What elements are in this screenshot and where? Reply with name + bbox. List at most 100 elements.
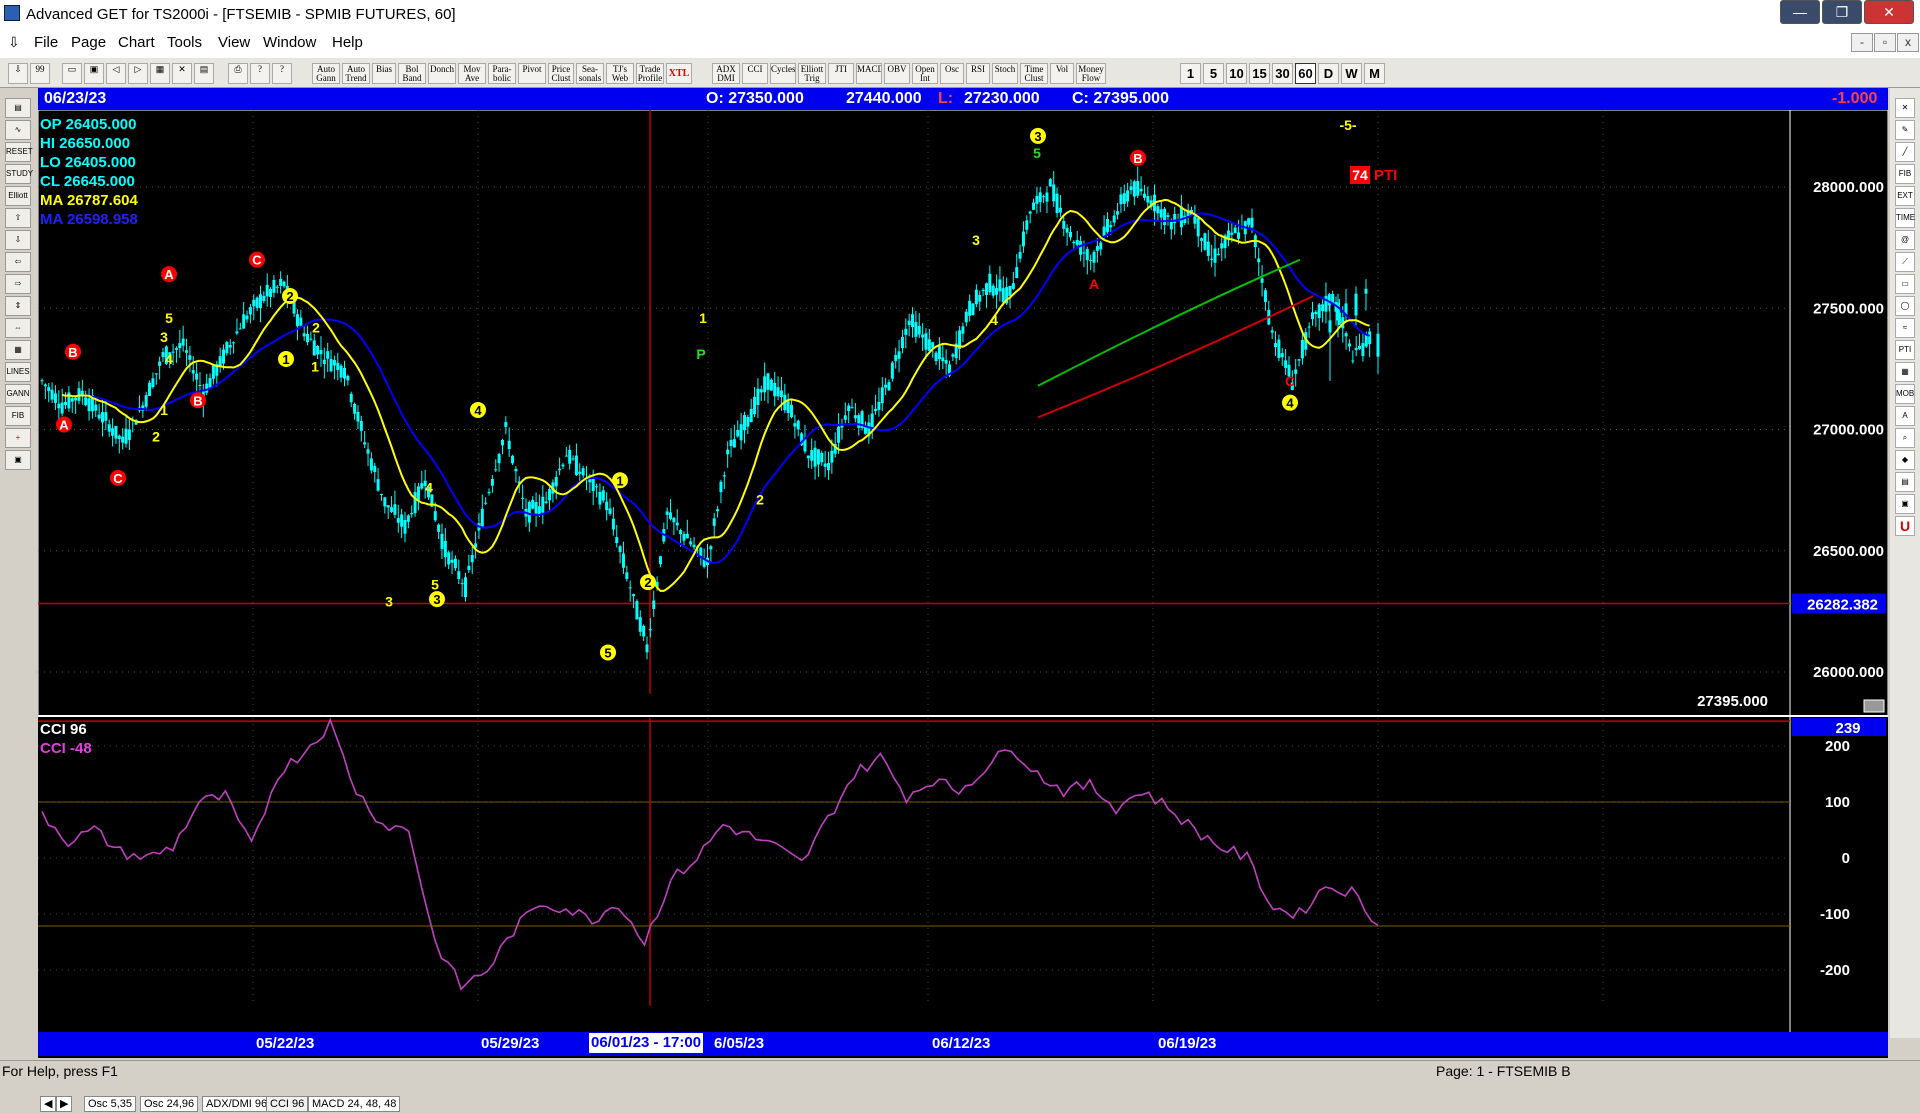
expand-horizontal-icon[interactable]: ⇔ bbox=[5, 318, 31, 338]
toolbar-cycles-button[interactable]: Cycles bbox=[770, 63, 796, 84]
chart-left-icon[interactable]: ◁ bbox=[106, 63, 126, 84]
text-tool-icon[interactable]: A bbox=[1895, 406, 1915, 426]
toolbar-xtl-button[interactable]: XTL bbox=[666, 63, 692, 84]
period-5-button[interactable]: 5 bbox=[1203, 63, 1224, 84]
toolbar-trade-profile-button[interactable]: Trade Profile bbox=[636, 63, 664, 84]
tab-scroll-right-icon[interactable]: ▶ bbox=[56, 1096, 72, 1112]
arrow-right-icon[interactable]: ⇨ bbox=[5, 274, 31, 294]
mdi-minimize-button[interactable]: - bbox=[1851, 33, 1873, 52]
study-icon[interactable]: STUDY bbox=[5, 164, 33, 184]
toolbar-osc-button[interactable]: Osc bbox=[940, 63, 964, 84]
delete-icon[interactable]: ✕ bbox=[172, 63, 192, 84]
save-icon[interactable]: ▣ bbox=[5, 450, 31, 470]
menu-window[interactable]: Window bbox=[263, 34, 316, 51]
reset-icon[interactable]: RESET bbox=[5, 142, 33, 162]
mob-icon[interactable]: MOB bbox=[1895, 384, 1915, 404]
fan-icon[interactable]: ⟋ bbox=[1895, 252, 1915, 272]
toolbar-macd-button[interactable]: MACD bbox=[856, 63, 882, 84]
period-60-button[interactable]: 60 bbox=[1295, 63, 1316, 84]
fib-ret-icon[interactable]: FIB bbox=[1895, 164, 1915, 184]
toolbar-cci-button[interactable]: CCI bbox=[742, 63, 768, 84]
zoom-icon[interactable]: ▦ bbox=[150, 63, 170, 84]
toolbar-bol-band-button[interactable]: Bol Band bbox=[398, 63, 426, 84]
menu-view[interactable]: View bbox=[218, 34, 250, 51]
tab-macd[interactable]: MACD 24, 48, 48 bbox=[308, 1096, 401, 1112]
ellipse-icon[interactable]: ◯ bbox=[1895, 296, 1915, 316]
arrow-down-icon[interactable]: ⇩ bbox=[5, 230, 31, 250]
expand-vertical-icon[interactable]: ⇕ bbox=[5, 296, 31, 316]
wave-tool-icon[interactable]: ∿ bbox=[5, 120, 31, 140]
toolbar-para-bolic-button[interactable]: Para-bolic bbox=[488, 63, 516, 84]
menu-file[interactable]: File bbox=[34, 34, 58, 51]
period-30-button[interactable]: 30 bbox=[1272, 63, 1293, 84]
copy-icon[interactable]: ▣ bbox=[1895, 494, 1915, 514]
toolbar-bias-button[interactable]: Bias bbox=[372, 63, 396, 84]
period-d-button[interactable]: D bbox=[1318, 63, 1339, 84]
open-icon[interactable]: ▤ bbox=[5, 98, 31, 118]
pti-tool-icon[interactable]: PTI bbox=[1895, 340, 1915, 360]
toolbar-time-clust-button[interactable]: Time Clust bbox=[1020, 63, 1048, 84]
lines-icon[interactable]: LINES bbox=[5, 362, 31, 382]
regression-icon[interactable]: ≈ bbox=[1895, 318, 1915, 338]
menu-help[interactable]: Help bbox=[332, 34, 363, 51]
arrow-left-icon[interactable]: ⇦ bbox=[5, 252, 31, 272]
maximize-button[interactable]: ❐ bbox=[1822, 0, 1862, 24]
crosshair-icon[interactable]: + bbox=[5, 428, 31, 448]
grid-toggle-icon[interactable]: ▦ bbox=[5, 340, 31, 360]
toolbar-obv-button[interactable]: OBV bbox=[884, 63, 910, 84]
toolbar-mov-ave-button[interactable]: Mov Ave bbox=[458, 63, 486, 84]
channel-icon[interactable]: ▭ bbox=[1895, 274, 1915, 294]
tab-osc-5-35[interactable]: Osc 5,35 bbox=[84, 1096, 137, 1112]
toolbar-open-int-button[interactable]: Open Int bbox=[912, 63, 938, 84]
fib-icon[interactable]: FIB bbox=[5, 406, 31, 426]
magnifier-icon[interactable]: ⌕ bbox=[1895, 428, 1915, 448]
mdi-close-button[interactable]: x bbox=[1897, 33, 1919, 52]
elliott-icon[interactable]: Elliott bbox=[5, 186, 31, 206]
toolbar-auto-trend-button[interactable]: Auto Trend bbox=[342, 63, 370, 84]
undo-icon[interactable]: U bbox=[1895, 516, 1915, 536]
menu-chart[interactable]: Chart bbox=[118, 34, 155, 51]
toolbar-stoch-button[interactable]: Stoch bbox=[992, 63, 1018, 84]
tab-scroll-left-icon[interactable]: ◀ bbox=[40, 1096, 56, 1112]
toolbar-auto-gann-button[interactable]: Auto Gann bbox=[312, 63, 340, 84]
toolbar-rsi-button[interactable]: RSI bbox=[966, 63, 990, 84]
period-1-button[interactable]: 1 bbox=[1180, 63, 1201, 84]
close-button[interactable]: ✕ bbox=[1864, 0, 1914, 24]
period-10-button[interactable]: 10 bbox=[1226, 63, 1247, 84]
new-page-icon[interactable]: ▭ bbox=[62, 63, 82, 84]
fib-ext-icon[interactable]: EXT bbox=[1895, 186, 1915, 206]
toolbar-pivot-button[interactable]: Pivot bbox=[518, 63, 546, 84]
period-m-button[interactable]: M bbox=[1364, 63, 1385, 84]
toolbar-adx-dmi-button[interactable]: ADX DMI bbox=[712, 63, 740, 84]
gann-box-icon[interactable]: ▦ bbox=[1895, 362, 1915, 382]
tab-cci-96[interactable]: CCI 96 bbox=[266, 1096, 309, 1112]
pencil-icon[interactable]: ✎ bbox=[1895, 120, 1915, 140]
chart-right-icon[interactable]: ▷ bbox=[128, 63, 148, 84]
toolbar-price-clust-button[interactable]: Price Clust bbox=[548, 63, 574, 84]
toolbar-money-flow-button[interactable]: Money Flow bbox=[1076, 63, 1106, 84]
cross-tool-icon[interactable]: ✕ bbox=[1895, 98, 1915, 118]
context-help-icon[interactable]: ? bbox=[272, 63, 292, 84]
info-icon[interactable]: ? bbox=[250, 63, 270, 84]
print-icon[interactable]: ⎙ bbox=[228, 63, 248, 84]
menu-page[interactable]: Page bbox=[71, 34, 106, 51]
toolbar-tj-s-web-button[interactable]: TJ's Web bbox=[606, 63, 634, 84]
tab-adx-dmi-96[interactable]: ADX/DMI 96 bbox=[202, 1096, 272, 1112]
open-page-icon[interactable]: ▣ bbox=[84, 63, 104, 84]
arrow-up-icon[interactable]: ⇧ bbox=[5, 208, 31, 228]
eraser-icon[interactable]: ◆ bbox=[1895, 450, 1915, 470]
quote-icon[interactable]: 99 bbox=[30, 63, 50, 84]
chart-canvas[interactable]: 28000.000 27500.000 27000.000 26500.000 2600… bbox=[38, 88, 1888, 1058]
spiral-icon[interactable]: @ bbox=[1895, 230, 1915, 250]
gann-icon[interactable]: GANN bbox=[5, 384, 31, 404]
menu-tools[interactable]: Tools bbox=[167, 34, 202, 51]
trendline-icon[interactable]: ╱ bbox=[1895, 142, 1915, 162]
chart-area[interactable]: 28000.000 27500.000 27000.000 26500.000 2600… bbox=[38, 88, 1888, 1114]
pointer-icon[interactable]: ⇩ bbox=[8, 63, 28, 84]
layout-icon[interactable]: ▤ bbox=[1895, 472, 1915, 492]
grid-icon[interactable]: ▤ bbox=[194, 63, 214, 84]
toolbar-elliott-trig-button[interactable]: Elliott Trig bbox=[798, 63, 826, 84]
period-15-button[interactable]: 15 bbox=[1249, 63, 1270, 84]
toolbar-donch-button[interactable]: Donch bbox=[428, 63, 456, 84]
doc-control-icon[interactable]: ⇩ bbox=[8, 34, 20, 51]
